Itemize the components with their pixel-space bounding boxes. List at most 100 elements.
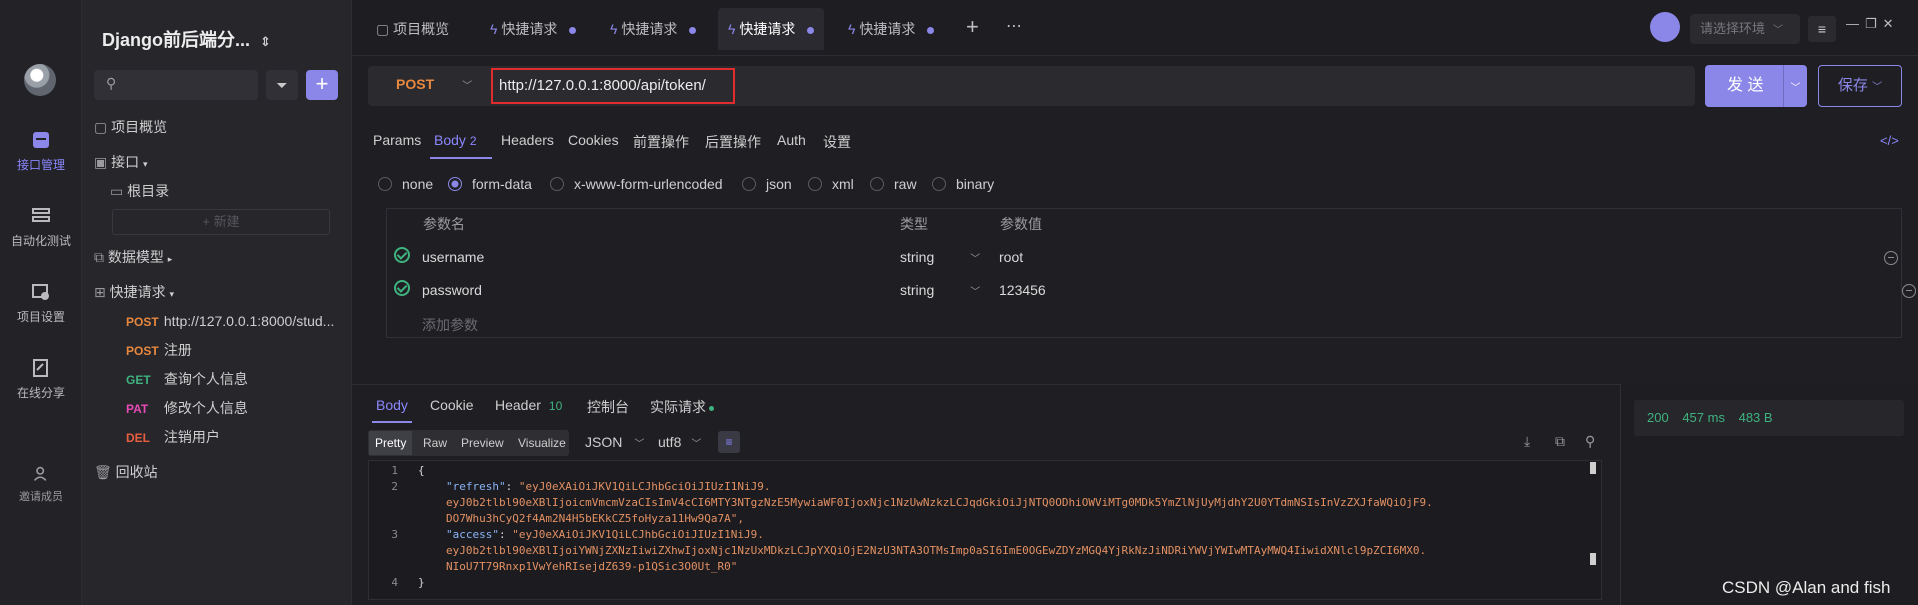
tab-label: Header (495, 397, 541, 413)
tree-item-trash[interactable]: 🗑 回收站 (94, 460, 158, 484)
response-time: 457 ms (1682, 410, 1725, 425)
project-title[interactable]: Django前后端分... ⇕ (102, 26, 271, 52)
resp-tab-actual-request[interactable]: 实际请求 (650, 397, 714, 417)
tab-auth[interactable]: Auth (777, 132, 806, 148)
tree-item-quick-requests[interactable]: ⊞ 快捷请求 ▾ (94, 280, 174, 304)
request-item[interactable]: POST http://127.0.0.1:8000/stud... (126, 309, 334, 333)
active-tab-indicator (430, 157, 492, 159)
tree-item-apis[interactable]: ▣ 接口 ▾ (94, 150, 148, 174)
rail-item-invite[interactable]: 邀请成员 (0, 466, 82, 504)
resp-tab-console[interactable]: 控制台 (587, 397, 629, 417)
method-select[interactable]: POST ﹀ (396, 76, 472, 92)
new-button[interactable]: + 新建 (112, 209, 330, 235)
param-type-cell[interactable]: string ﹀ (900, 249, 980, 265)
restore-icon[interactable]: ❐ (1865, 16, 1883, 31)
resp-tab-body[interactable]: Body (376, 397, 408, 413)
download-icon[interactable]: ⤓ (1524, 433, 1530, 450)
tab-quick-request[interactable]: ϟ 快捷请求 (838, 8, 944, 50)
tab-quick-request[interactable]: ϟ 快捷请求 (480, 8, 586, 50)
tab-overview[interactable]: ▢ 项目概览 (366, 8, 459, 50)
radio-label: raw (894, 176, 917, 192)
env-select[interactable]: 请选择环境 ﹀ (1690, 14, 1800, 44)
request-item[interactable]: GET 查询个人信息 (126, 367, 248, 391)
param-value-cell[interactable]: root (999, 249, 1023, 265)
line-number: 1 (391, 464, 398, 477)
request-item[interactable]: PAT 修改个人信息 (126, 396, 248, 420)
tab-pre-processors[interactable]: 前置操作 (633, 132, 689, 152)
param-type-cell[interactable]: string ﹀ (900, 282, 980, 298)
remove-param-icon[interactable] (1884, 251, 1898, 265)
env-placeholder: 请选择环境 (1700, 21, 1766, 36)
tab-label: 快捷请求 (859, 21, 916, 37)
request-item[interactable]: POST 注册 (126, 338, 192, 362)
format-visualize[interactable]: Visualize (518, 431, 566, 455)
search-icon[interactable]: ⚲ (1585, 433, 1595, 450)
radio-raw[interactable]: raw (870, 176, 917, 192)
chevron-down-icon: ﹀ (1872, 82, 1883, 93)
scrollbar-bottom-marker[interactable] (1590, 553, 1596, 565)
tree-item-label: 数据模型 (107, 249, 164, 265)
resp-tab-header[interactable]: Header 10 (495, 397, 562, 413)
avatar[interactable] (24, 64, 56, 96)
window-controls: —❐✕ (1846, 16, 1900, 32)
tab-quick-request[interactable]: ϟ 快捷请求 (600, 8, 706, 50)
more-tabs-button[interactable]: ⋯ (1006, 16, 1022, 36)
tab-post-processors[interactable]: 后置操作 (705, 132, 761, 152)
param-value-cell[interactable]: 123456 (999, 282, 1046, 298)
radio-json[interactable]: json (742, 176, 792, 192)
tab-bar (352, 0, 1918, 56)
save-button[interactable]: 保存 ﹀ (1818, 65, 1902, 107)
format-pretty[interactable]: Pretty (369, 431, 413, 455)
search-input[interactable]: ⚲ (94, 70, 258, 100)
filter-button[interactable]: ⏷ (266, 70, 298, 100)
send-options-button[interactable]: ﹀ (1783, 65, 1807, 107)
radio-urlencoded[interactable]: x-www-form-urlencoded (550, 176, 723, 192)
rail-item-automation[interactable]: 自动化测试 (0, 206, 82, 249)
tab-cookies[interactable]: Cookies (568, 132, 619, 148)
add-button[interactable]: + (306, 70, 338, 100)
encoding-select[interactable]: utf8 ﹀ (658, 434, 701, 450)
project-title-text: Django前后端分... (102, 30, 250, 50)
enabled-check-icon[interactable] (394, 280, 410, 296)
new-tab-button[interactable]: + (966, 14, 979, 40)
tree-item-data-models[interactable]: ⧉ 数据模型 ▸ (94, 245, 172, 269)
copy-icon[interactable]: ⧉ (1555, 433, 1565, 450)
add-param-input[interactable]: 添加参数 (422, 315, 478, 335)
resp-tab-cookie[interactable]: Cookie (430, 397, 474, 413)
radio-none[interactable]: none (378, 176, 433, 192)
lang-select[interactable]: JSON ﹀ (585, 434, 644, 450)
scrollbar-top-marker[interactable] (1590, 462, 1596, 474)
tab-body[interactable]: Body 2 (434, 132, 477, 148)
unsaved-dot (807, 26, 815, 34)
url-input[interactable]: http://127.0.0.1:8000/api/token/ (491, 68, 735, 104)
tree-item-root[interactable]: ▭ 根目录 (110, 179, 169, 203)
tree-item-overview[interactable]: ▢ 项目概览 (94, 115, 167, 139)
wrap-toggle-icon[interactable]: ≡ (718, 431, 740, 453)
format-preview[interactable]: Preview (461, 431, 504, 455)
rail-item-api-management[interactable]: 接口管理 (0, 130, 82, 173)
radio-xml[interactable]: xml (808, 176, 854, 192)
code-snippet-icon[interactable]: </> (1880, 133, 1899, 148)
tab-settings[interactable]: 设置 (823, 132, 851, 152)
tab-label: 项目概览 (393, 21, 450, 37)
tree-item-label: 回收站 (115, 464, 158, 480)
env-logo-icon[interactable] (1650, 12, 1680, 42)
radio-binary[interactable]: binary (932, 176, 994, 192)
rail-item-online-share[interactable]: 在线分享 (0, 358, 82, 401)
format-raw[interactable]: Raw (423, 431, 447, 455)
param-name-cell[interactable]: password (422, 282, 482, 298)
rail-item-project-settings[interactable]: 项目设置 (0, 282, 82, 325)
tab-params[interactable]: Params (373, 132, 421, 148)
minimize-icon[interactable]: — (1846, 16, 1865, 31)
remove-param-icon[interactable] (1901, 284, 1916, 298)
plus-icon: + (966, 14, 979, 39)
request-item[interactable]: DEL 注销用户 (126, 425, 220, 449)
param-name-cell[interactable]: username (422, 249, 484, 265)
radio-form-data[interactable]: form-data (448, 176, 532, 192)
tab-quick-request-active[interactable]: ϟ 快捷请求 (718, 8, 825, 50)
menu-button[interactable]: ≡ (1808, 16, 1836, 42)
enabled-check-icon[interactable] (394, 247, 410, 263)
close-icon[interactable]: ✕ (1883, 16, 1900, 31)
tab-headers[interactable]: Headers (501, 132, 554, 148)
rail-item-label: 接口管理 (16, 158, 65, 172)
